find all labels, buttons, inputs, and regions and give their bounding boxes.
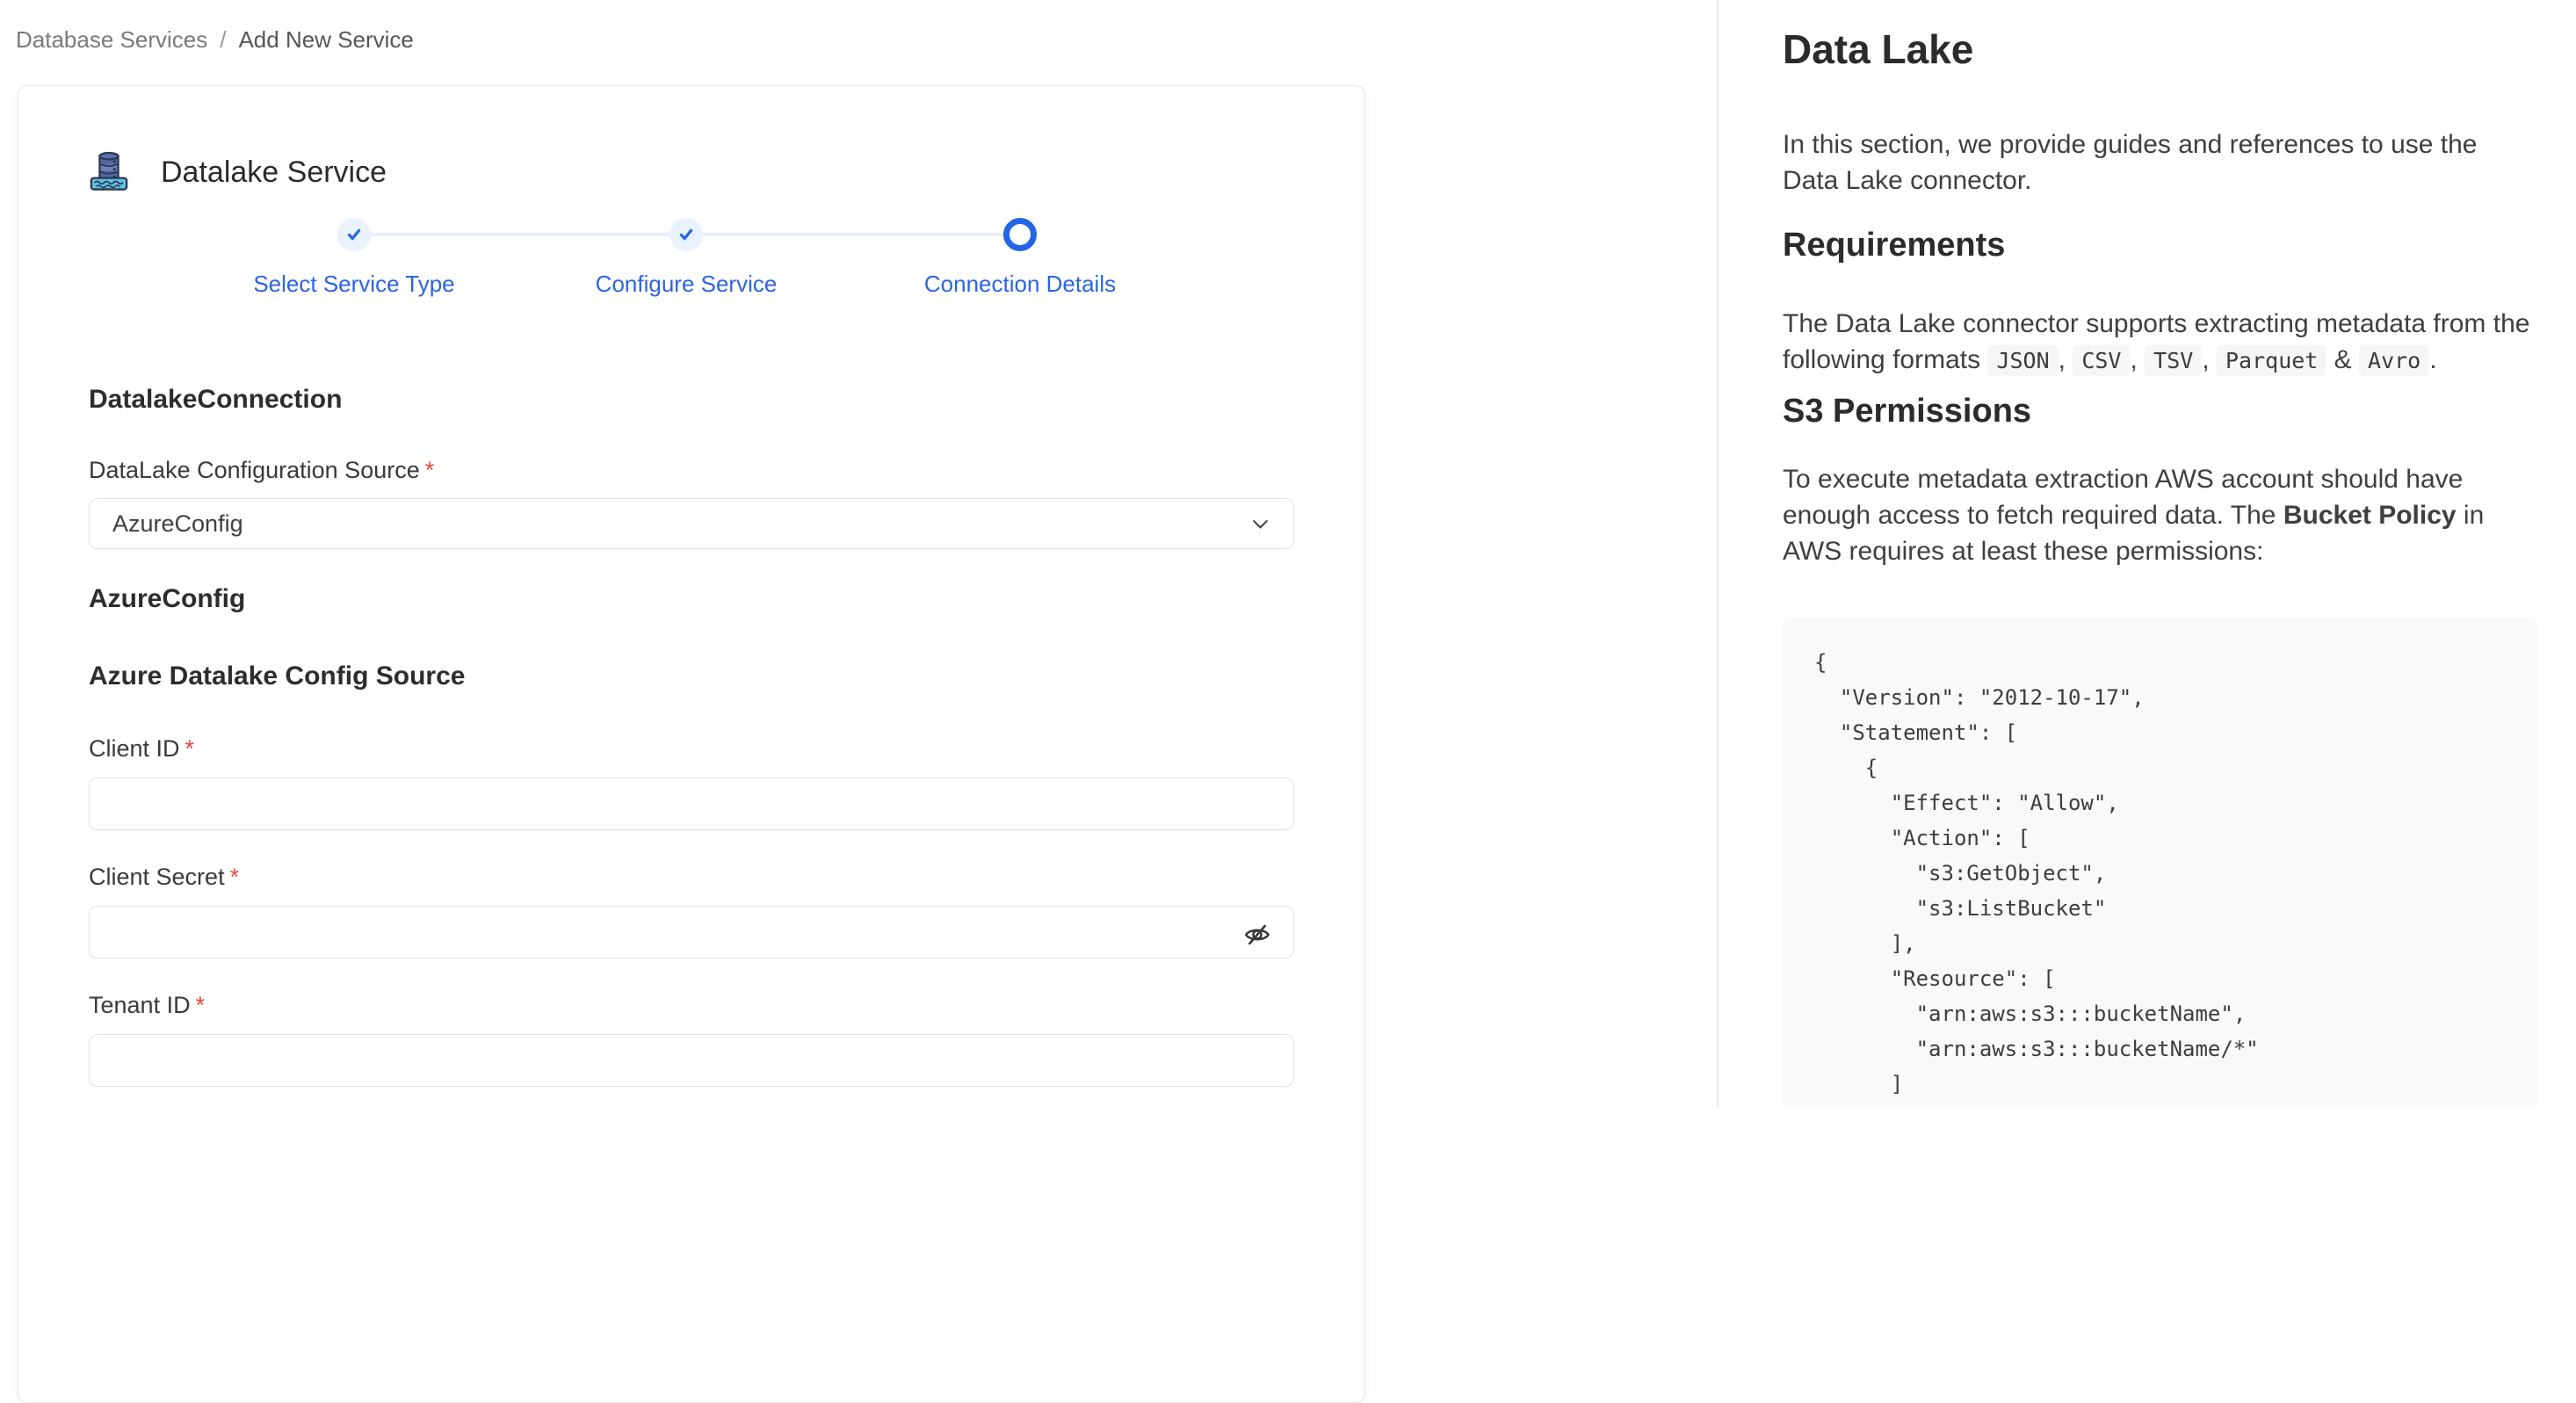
bucket-policy-bold: Bucket Policy <box>2283 501 2457 530</box>
breadcrumb-database-services[interactable]: Database Services <box>16 26 207 54</box>
requirements-heading: Requirements <box>1783 227 2006 264</box>
service-header: Datalake Service <box>89 148 1294 197</box>
client-secret-field <box>89 906 1294 958</box>
format-chip: Avro <box>2359 345 2430 376</box>
breadcrumb-add-new-service: Add New Service <box>238 26 414 53</box>
bucket-policy-code-block: { "Version": "2012-10-17", "Statement": … <box>1783 618 2538 1107</box>
check-icon <box>347 228 361 241</box>
client-secret-label: Client Secret * <box>89 864 240 890</box>
format-chip: CSV <box>2073 345 2131 376</box>
connection-section-title: DatalakeConnection <box>89 385 343 414</box>
format-chip: TSV <box>2145 345 2203 376</box>
stepper-connector <box>363 233 679 236</box>
azure-config-subtitle: AzureConfig <box>89 584 246 613</box>
docs-intro: In this section, we provide guides and r… <box>1783 130 2478 195</box>
config-source-selected-value: AzureConfig <box>112 510 243 537</box>
documentation-panel: Data Lake In this section, we provide gu… <box>1719 0 2576 1107</box>
client-id-label: Client ID * <box>89 735 195 762</box>
tenant-id-input[interactable] <box>89 1034 1294 1087</box>
format-chip: JSON <box>1987 345 2059 376</box>
bucket-policy-code: { "Version": "2012-10-17", "Statement": … <box>1814 650 2259 1096</box>
tenant-id-label: Tenant ID * <box>89 992 206 1018</box>
required-asterisk: * <box>195 992 206 1018</box>
eye-slash-icon <box>1244 924 1270 945</box>
client-secret-input[interactable] <box>89 906 1294 958</box>
datalake-icon <box>89 148 129 197</box>
step-label-connection-details: Connection Details <box>923 271 1117 297</box>
service-title: Datalake Service <box>161 155 387 189</box>
stepper: Select Service Type Configure Service Co… <box>89 218 1296 311</box>
breadcrumb-separator: / <box>220 26 227 53</box>
step-connection-details-dot <box>1003 218 1037 251</box>
required-asterisk: * <box>229 864 240 890</box>
s3-permissions-heading: S3 Permissions <box>1783 393 2032 430</box>
docs-title: Data Lake <box>1783 26 1974 72</box>
step-label-configure-service[interactable]: Configure Service <box>510 271 862 298</box>
step-label-select-service-type[interactable]: Select Service Type <box>178 271 530 298</box>
required-asterisk: * <box>424 457 435 483</box>
config-source-select[interactable]: AzureConfig <box>89 498 1294 549</box>
service-form-card: Datalake Service Select Service Type Con… <box>18 85 1365 1403</box>
format-chip: Parquet <box>2216 345 2327 376</box>
s3-permissions-paragraph: To execute metadata extraction AWS accou… <box>1783 465 2485 566</box>
step-configure-service-dot[interactable] <box>669 218 703 251</box>
client-id-input[interactable] <box>89 777 1294 830</box>
required-asterisk: * <box>185 735 195 762</box>
supported-formats-paragraph: The Data Lake connector supports extract… <box>1783 309 2530 376</box>
check-icon <box>679 228 693 241</box>
step-select-service-type-dot[interactable] <box>337 218 371 251</box>
toggle-password-visibility-button[interactable] <box>1240 919 1275 951</box>
chevron-down-icon <box>1253 519 1268 529</box>
config-source-label: DataLake Configuration Source * <box>89 457 435 483</box>
azure-datalake-config-source-heading: Azure Datalake Config Source <box>89 662 466 691</box>
stepper-connector <box>695 233 1011 236</box>
breadcrumb: Database Services / Add New Service <box>16 26 414 54</box>
